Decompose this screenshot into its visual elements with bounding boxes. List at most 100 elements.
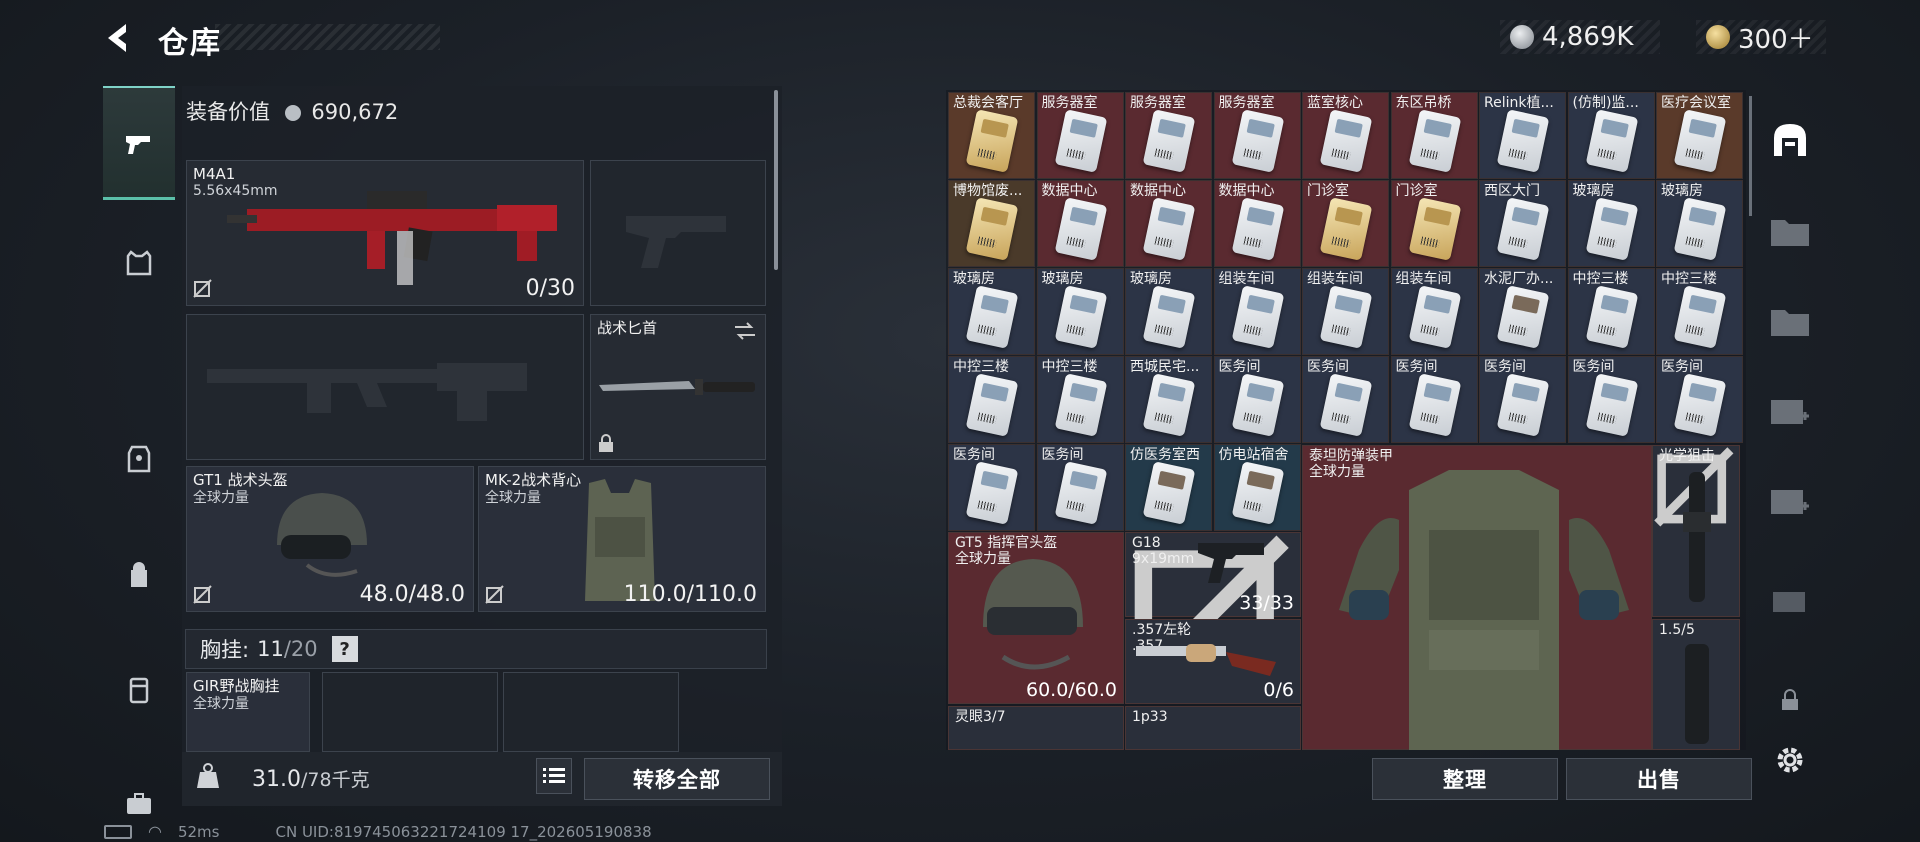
keycard-item[interactable]: 数据中心 xyxy=(1213,180,1301,267)
help-icon[interactable]: ? xyxy=(331,636,358,662)
second-primary-slot[interactable] xyxy=(186,314,584,460)
nav-chest-rig[interactable] xyxy=(103,228,175,300)
keycard-item[interactable]: 总裁会客厅 xyxy=(948,92,1035,179)
keycard-item[interactable]: 中控三楼 xyxy=(1567,268,1655,355)
keycard-item[interactable]: 玻璃房 xyxy=(1036,268,1124,355)
nav-folder-iv-1[interactable] xyxy=(1760,200,1820,260)
keycard-item[interactable]: 组装车间 xyxy=(1390,268,1478,355)
keycard-item[interactable]: 中控三楼 xyxy=(1036,356,1124,443)
p33-item[interactable]: 1p33 xyxy=(1125,706,1301,750)
keycard-icon xyxy=(1054,373,1107,437)
helmet-slot[interactable]: GT1 战术头盔 全球力量 48.0/48.0 xyxy=(186,466,474,612)
lingyan-item[interactable]: 灵眼3/7 xyxy=(948,706,1124,750)
keycard-item[interactable]: 组装车间 xyxy=(1213,268,1301,355)
keycard-item[interactable]: 玻璃房 xyxy=(1567,180,1655,267)
nav-iii-item[interactable] xyxy=(1760,570,1820,630)
keycard-item[interactable]: 中控三楼 xyxy=(1656,268,1743,355)
keycard-item[interactable]: 服务器室 xyxy=(1125,92,1212,179)
gt5-helmet-image xyxy=(983,559,1083,670)
nav-locked[interactable] xyxy=(1760,670,1820,730)
keycard-item[interactable]: 数据中心 xyxy=(1036,180,1124,267)
equipment-scrollbar[interactable] xyxy=(774,90,778,270)
keycard-icon xyxy=(1585,285,1638,349)
keycard-item[interactable]: 玻璃房 xyxy=(1656,180,1743,267)
keycard-icon xyxy=(1142,109,1196,173)
lock-icon xyxy=(1782,689,1798,710)
keycard-item[interactable]: 门诊室 xyxy=(1302,180,1389,267)
keycard-icon xyxy=(1142,197,1196,261)
nav-armor[interactable] xyxy=(103,424,175,496)
keycard-item[interactable]: 医务间 xyxy=(1656,356,1743,443)
keycard-label: Relink植... xyxy=(1484,95,1554,111)
keycard-item[interactable]: (仿制)监... xyxy=(1567,92,1655,179)
keycard-icon xyxy=(1673,109,1727,173)
weight-max: /78千克 xyxy=(300,769,370,791)
nav-folder-iv-2[interactable] xyxy=(1760,290,1820,350)
keycard-item[interactable]: 医务间 xyxy=(1479,356,1566,443)
warehouse-icon xyxy=(1774,124,1806,156)
rig-pocket-1[interactable] xyxy=(322,672,498,752)
nav-weapons[interactable] xyxy=(103,86,175,200)
keycard-item[interactable]: 医疗会议室 xyxy=(1656,92,1743,179)
nav-warehouse[interactable] xyxy=(1760,110,1820,170)
list-view-button[interactable] xyxy=(536,758,572,794)
keycard-item[interactable]: 仿医务室西 xyxy=(1125,444,1212,531)
grid-scrollbar[interactable] xyxy=(1749,96,1752,216)
keycard-icon xyxy=(1585,109,1638,173)
chest-rig-slot[interactable]: GIR野战胸挂 全球力量 xyxy=(186,672,310,752)
keycard-item[interactable]: 服务器室 xyxy=(1213,92,1301,179)
keycard-item[interactable]: 组装车间 xyxy=(1302,268,1389,355)
keycard-item[interactable]: 西区大门 xyxy=(1479,180,1566,267)
sort-button[interactable]: 整理 xyxy=(1372,758,1558,800)
nav-medkit-iv-1[interactable] xyxy=(1760,380,1820,440)
back-button[interactable] xyxy=(100,20,136,56)
rig-pocket-2[interactable] xyxy=(503,672,679,752)
secondary-weapon-slot[interactable] xyxy=(590,160,766,306)
keycard-item[interactable]: 医务间 xyxy=(1567,356,1655,443)
keycard-icon xyxy=(1231,197,1284,261)
keycard-item[interactable]: 中控三楼 xyxy=(948,356,1035,443)
settings-button[interactable] xyxy=(1760,730,1820,790)
sell-button[interactable]: 出售 xyxy=(1566,758,1752,800)
transfer-all-button[interactable]: 转移全部 xyxy=(584,758,770,800)
gt5-helmet-item[interactable]: GT5 指挥官头盔 全球力量 60.0/60.0 xyxy=(948,532,1124,704)
keycard-item[interactable]: 服务器室 xyxy=(1036,92,1124,179)
swap-icon[interactable] xyxy=(733,321,757,341)
keycard-item[interactable]: 医务间 xyxy=(1213,356,1301,443)
keycard-item[interactable]: 东区吊桥 xyxy=(1390,92,1478,179)
left-category-nav xyxy=(103,84,175,814)
keycard-item[interactable]: 仿电站宿舍 xyxy=(1213,444,1301,531)
nav-medkit-iv-2[interactable] xyxy=(1760,470,1820,530)
nav-pouch[interactable] xyxy=(103,654,175,726)
keycard-item[interactable]: 门诊室 xyxy=(1390,180,1478,267)
keycard-item[interactable]: 博物馆废... xyxy=(948,180,1035,267)
scope2-image xyxy=(1685,644,1709,744)
keycard-item[interactable]: 玻璃房 xyxy=(948,268,1035,355)
keycard-item[interactable]: 水泥厂办... xyxy=(1479,268,1566,355)
keycard-item[interactable]: 西城民宅... xyxy=(1125,356,1212,443)
armor-slot[interactable]: MK-2战术背心 全球力量 110.0/110.0 xyxy=(478,466,766,612)
primary-weapon-slot[interactable]: M4A1 5.56x45mm 0/30 xyxy=(186,160,584,306)
revolver-item[interactable]: .357左轮 .357 0/6 xyxy=(1125,619,1301,704)
keycard-icon xyxy=(1054,109,1107,173)
keycard-item[interactable]: 玻璃房 xyxy=(1125,268,1212,355)
keycard-icon xyxy=(1319,197,1373,261)
sniper-scope-item[interactable]: 光学狙击 xyxy=(1652,445,1740,617)
g18-item[interactable]: G18 9x19mm 33/33 xyxy=(1125,532,1301,696)
keycard-icon xyxy=(1408,197,1461,261)
gold-currency[interactable]: 300＋ xyxy=(1696,20,1826,55)
keycard-item[interactable]: 数据中心 xyxy=(1125,180,1212,267)
keycard-item[interactable]: 医务间 xyxy=(948,444,1035,531)
keycard-icon xyxy=(1231,109,1284,173)
keycard-item[interactable]: 医务间 xyxy=(1302,356,1389,443)
keycard-item[interactable]: Relink植... xyxy=(1479,92,1566,179)
medkit-icon xyxy=(1771,490,1809,514)
keycard-item[interactable]: 医务间 xyxy=(1390,356,1478,443)
battery-icon xyxy=(104,824,132,839)
keycard-item[interactable]: 蓝室核心 xyxy=(1302,92,1389,179)
keycard-item[interactable]: 医务间 xyxy=(1036,444,1124,531)
titan-armor-item[interactable]: 泰坦防弹装甲 全球力量 xyxy=(1302,445,1652,750)
melee-slot[interactable]: 战术匕首 xyxy=(590,314,766,460)
nav-backpack[interactable] xyxy=(103,540,175,612)
scope2-item[interactable]: 1.5/5 xyxy=(1652,619,1740,750)
